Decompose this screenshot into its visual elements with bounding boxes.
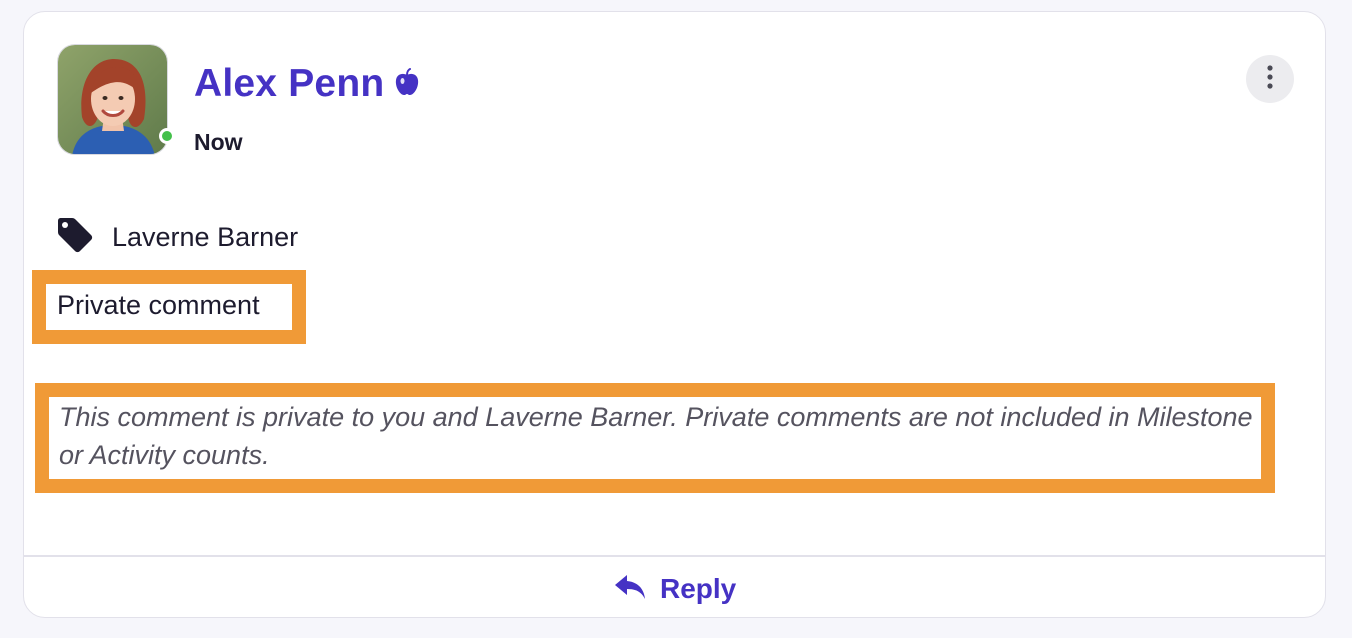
private-comment-label: Private comment [57, 290, 260, 320]
tag-icon [56, 217, 94, 258]
post-timestamp: Now [194, 129, 243, 155]
online-status-dot [159, 128, 175, 144]
comment-card: Alex Penn Now Laverne Barner Private com… [23, 11, 1326, 618]
author-header: Alex Penn [194, 60, 420, 108]
reply-button[interactable]: Reply [614, 567, 736, 611]
footer-divider [24, 555, 1325, 557]
tagged-person: Laverne Barner [56, 217, 298, 258]
privacy-note: This comment is private to you and Laver… [59, 402, 1253, 470]
vertical-ellipsis-icon [1267, 64, 1273, 94]
apple-icon [394, 67, 420, 101]
more-options-button[interactable] [1246, 55, 1294, 103]
reply-label: Reply [660, 573, 737, 604]
reply-arrow-icon [614, 574, 646, 605]
author-avatar[interactable] [57, 44, 175, 155]
author-name[interactable]: Alex Penn [194, 62, 384, 106]
avatar-photo [57, 44, 168, 155]
tagged-person-name[interactable]: Laverne Barner [112, 222, 298, 253]
